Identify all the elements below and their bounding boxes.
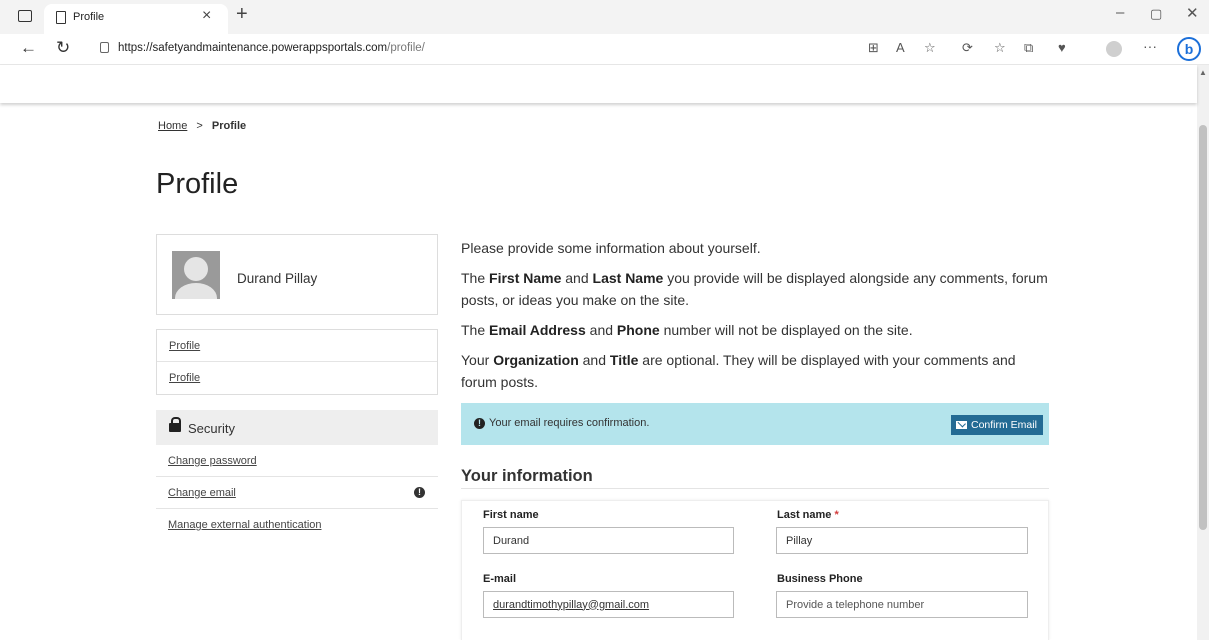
page-title: Profile [156, 168, 239, 200]
tab-title: Profile [73, 11, 105, 23]
favorite-star-icon[interactable]: ☆ [924, 40, 936, 56]
app-available-icon[interactable]: ⊞ [868, 40, 879, 56]
browser-tab-bar: Profile × + – ▢ ✕ [0, 0, 1209, 34]
nav-item-profile[interactable]: Profile [157, 330, 437, 362]
new-tab-icon[interactable]: + [236, 3, 248, 26]
favorites-icon[interactable]: ☆ [994, 40, 1006, 56]
your-information-form: First name Last name * E-mail Business P… [461, 500, 1049, 640]
collections-icon[interactable]: ⧉ [1024, 40, 1033, 56]
business-phone-label: Business Phone [777, 573, 863, 585]
scroll-up-icon[interactable]: ▲ [1199, 68, 1207, 77]
security-header: Security [156, 410, 438, 445]
nav-item-profile-2[interactable]: Profile [157, 362, 437, 394]
manage-external-auth-link[interactable]: Manage external authentication [168, 519, 322, 531]
security-heading: Security [188, 421, 235, 436]
manage-external-auth-item[interactable]: Manage external authentication [156, 509, 438, 541]
profile-nav-list: Profile Profile [156, 329, 438, 395]
confirm-email-button[interactable]: Confirm Email [951, 415, 1043, 435]
bing-copilot-icon[interactable]: b [1177, 37, 1201, 61]
change-password-link[interactable]: Change password [168, 455, 257, 467]
intro-line-4: Your Organization and Title are optional… [461, 352, 1016, 390]
refresh-icon[interactable]: ↻ [56, 38, 70, 58]
page-scrollbar[interactable]: ▲ [1197, 65, 1209, 640]
intro-line-2: The First Name and Last Name you provide… [461, 270, 1048, 308]
user-avatar-icon[interactable] [1106, 41, 1122, 57]
minimize-icon[interactable]: – [1116, 4, 1124, 21]
breadcrumb: Home > Profile [158, 120, 246, 132]
restore-icon[interactable]: ▢ [1150, 6, 1162, 22]
section-divider [461, 488, 1049, 489]
intro-text: Please provide some information about yo… [461, 237, 1051, 401]
email-input[interactable] [483, 591, 734, 618]
address-bar: ← ↻ https://safetyandmaintenance.powerap… [0, 34, 1209, 65]
security-links: Change password Change email ! Manage ex… [156, 445, 438, 541]
scroll-thumb[interactable] [1199, 125, 1207, 530]
back-arrow-icon[interactable]: ← [20, 38, 37, 58]
avatar-head-shape [184, 257, 208, 281]
business-phone-input[interactable] [776, 591, 1028, 618]
first-name-label: First name [483, 509, 539, 521]
change-password-item[interactable]: Change password [156, 445, 438, 477]
breadcrumb-separator: > [196, 120, 203, 132]
browser-tab-profile[interactable]: Profile × [44, 4, 228, 34]
exclamation-circle-icon: ! [474, 418, 485, 429]
url-text: https://safetyandmaintenance.powerappspo… [118, 42, 425, 54]
close-window-icon[interactable]: ✕ [1186, 4, 1199, 22]
intro-line-1: Please provide some information about yo… [461, 240, 761, 256]
lock-icon [169, 417, 181, 432]
lock-icon[interactable] [100, 42, 109, 53]
first-name-input[interactable] [483, 527, 734, 554]
breadcrumb-home-link[interactable]: Home [158, 120, 187, 132]
last-name-label: Last name * [777, 509, 839, 521]
avatar [172, 251, 220, 299]
intro-line-3: The Email Address and Phone number will … [461, 322, 913, 338]
more-options-icon[interactable]: ··· [1143, 38, 1157, 54]
profile-card: Durand Pillay [156, 234, 438, 315]
alert-text: Your email requires confirmation. [489, 417, 650, 429]
email-label: E-mail [483, 573, 517, 585]
last-name-input[interactable] [776, 527, 1028, 554]
avatar-body-shape [175, 283, 217, 299]
email-confirmation-alert: ! Your email requires confirmation. Conf… [461, 403, 1049, 445]
page-icon [56, 11, 66, 24]
url-field[interactable]: https://safetyandmaintenance.powerappspo… [88, 36, 868, 62]
site-header [0, 65, 1197, 103]
required-asterisk: * [834, 509, 839, 521]
envelope-icon [956, 421, 967, 429]
change-email-item[interactable]: Change email ! [156, 477, 438, 509]
tab-actions-icon[interactable] [18, 10, 32, 22]
profile-name: Durand Pillay [237, 271, 318, 286]
section-title: Your information [461, 467, 593, 485]
breadcrumb-current: Profile [211, 120, 247, 132]
confirm-email-label: Confirm Email [971, 419, 1037, 431]
close-tab-icon[interactable]: × [202, 7, 211, 25]
read-aloud-icon[interactable]: A [896, 40, 905, 55]
change-email-link[interactable]: Change email [168, 487, 236, 499]
exclamation-info-icon: ! [414, 487, 425, 498]
browser-essentials-icon[interactable]: ♥ [1058, 40, 1066, 55]
extension-icon[interactable]: ⟳ [962, 40, 973, 56]
